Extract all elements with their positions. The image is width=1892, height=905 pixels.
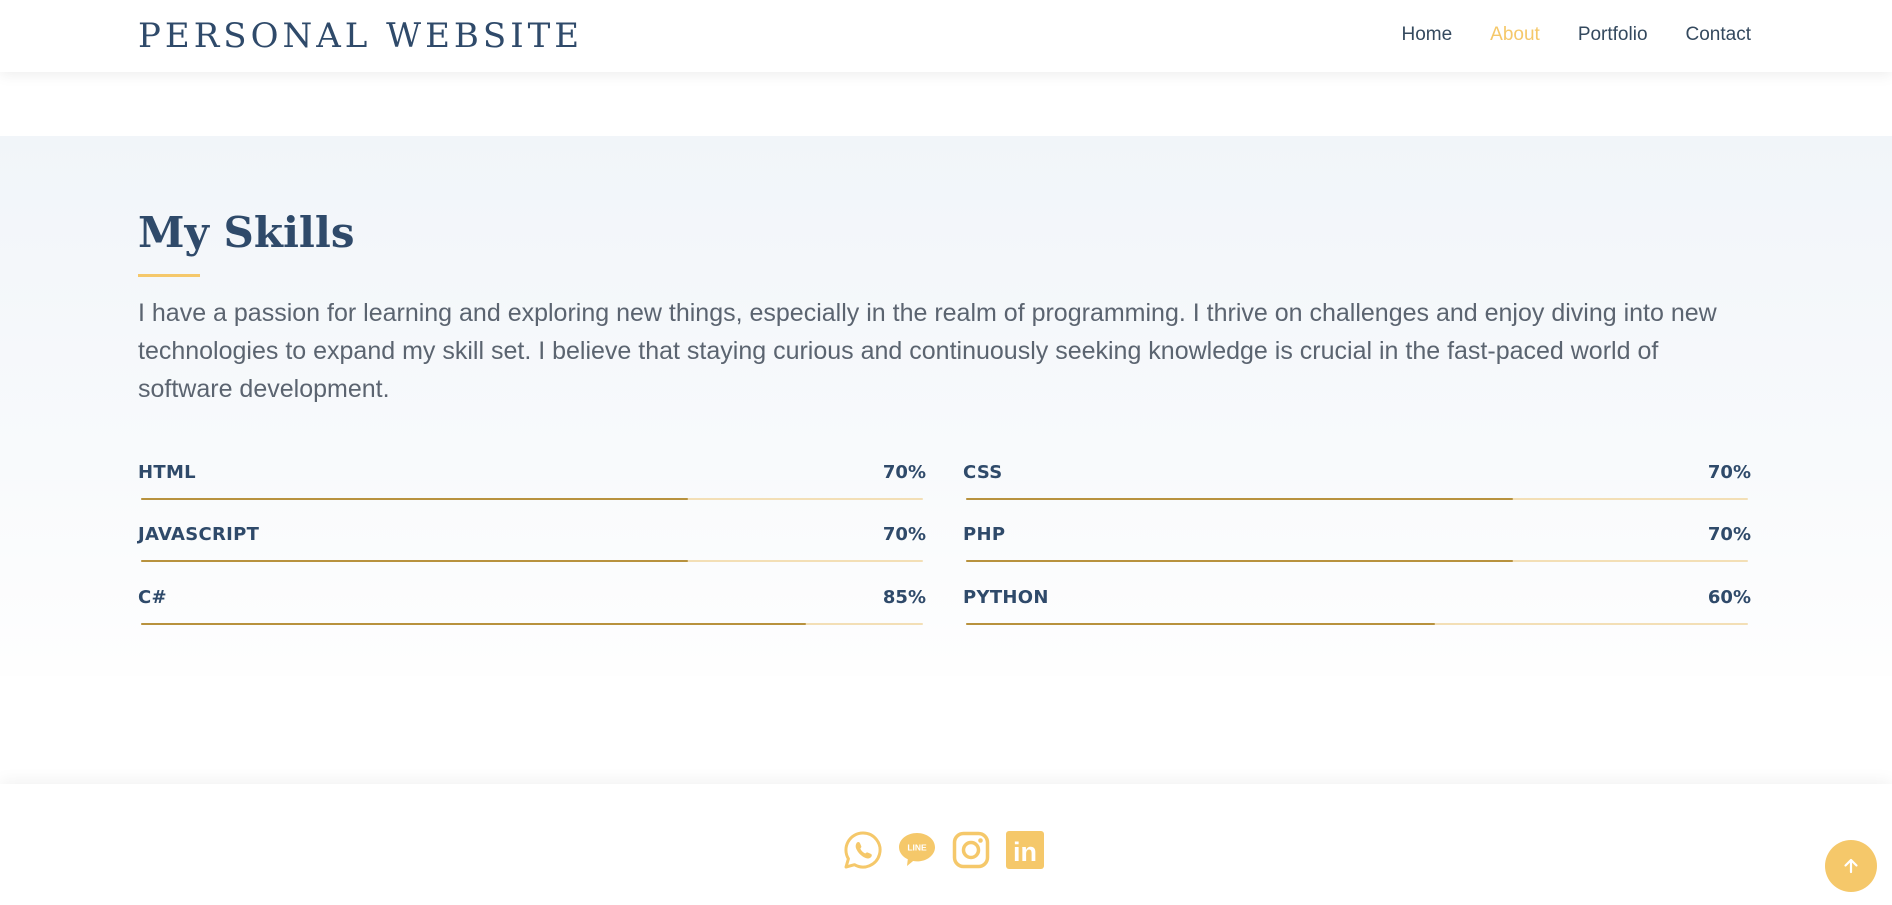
skill-name: C#	[138, 587, 167, 608]
skill-name: PYTHON	[963, 587, 1049, 608]
skill-csharp: C# 85%	[138, 587, 926, 643]
skill-progress-fill	[141, 623, 806, 625]
skill-progress-track	[141, 498, 923, 500]
social-links: LINE in	[843, 830, 1045, 870]
skill-percent: 60%	[1707, 587, 1751, 608]
skill-progress-fill	[141, 498, 689, 500]
linkedin-icon-text: in	[1013, 837, 1037, 867]
back-to-top-button[interactable]	[1825, 840, 1877, 892]
skills-section: My Skills I have a passion for learning …	[0, 136, 1892, 676]
instagram-icon[interactable]	[951, 830, 991, 870]
arrow-up-icon	[1844, 858, 1858, 874]
skill-progress-track	[966, 623, 1748, 625]
linkedin-icon[interactable]: in	[1005, 830, 1045, 870]
site-brand[interactable]: PERSONAL WEBSITE	[138, 16, 583, 56]
skill-progress-fill	[141, 560, 689, 562]
skill-css: CSS 70%	[963, 462, 1751, 518]
skill-javascript: JAVASCRIPT 70%	[138, 524, 926, 580]
skill-progress-track	[966, 560, 1748, 562]
skill-progress-fill	[966, 560, 1514, 562]
nav-home-link[interactable]: Home	[1401, 24, 1452, 46]
skill-percent: 70%	[1707, 524, 1751, 545]
skill-percent: 70%	[1707, 462, 1751, 483]
line-icon[interactable]: LINE	[897, 830, 937, 870]
nav-portfolio-link[interactable]: Portfolio	[1578, 24, 1648, 46]
title-underline	[138, 274, 200, 277]
skill-progress-fill	[966, 623, 1436, 625]
skill-percent: 70%	[882, 524, 926, 545]
skill-percent: 85%	[882, 587, 926, 608]
site-header: PERSONAL WEBSITE Home About Portfolio Co…	[0, 0, 1892, 72]
nav-contact-link[interactable]: Contact	[1686, 24, 1751, 46]
skill-php: PHP 70%	[963, 524, 1751, 580]
skill-progress-track	[966, 498, 1748, 500]
skill-python: PYTHON 60%	[963, 587, 1751, 643]
line-icon-text: LINE	[907, 843, 927, 853]
skill-name: JAVASCRIPT	[138, 524, 260, 545]
skill-name: CSS	[963, 462, 1003, 483]
skill-progress-track	[141, 560, 923, 562]
skill-progress-fill	[966, 498, 1514, 500]
skills-title: My Skills	[138, 208, 355, 257]
skill-name: HTML	[138, 462, 196, 483]
main-nav: Home About Portfolio Contact	[1401, 24, 1751, 46]
skills-intro: I have a passion for learning and explor…	[138, 299, 1717, 403]
skill-name: PHP	[963, 524, 1006, 545]
whatsapp-icon[interactable]	[843, 830, 883, 870]
skill-progress-track	[141, 623, 923, 625]
skill-html: HTML 70%	[138, 462, 926, 518]
nav-about-link[interactable]: About	[1490, 24, 1540, 46]
site-footer: LINE in	[0, 784, 1892, 905]
skill-percent: 70%	[882, 462, 926, 483]
